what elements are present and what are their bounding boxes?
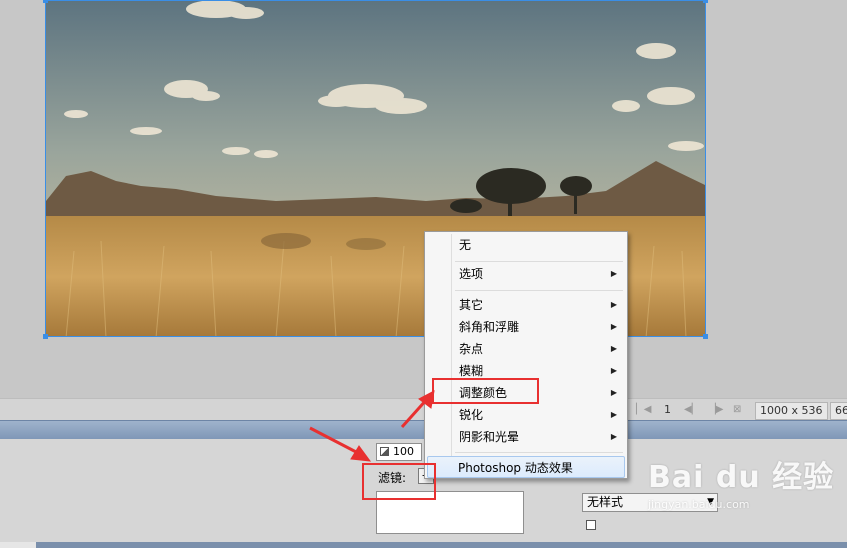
- submenu-arrow-icon: ▶: [610, 410, 617, 419]
- submenu-arrow-icon: ▶: [610, 388, 617, 397]
- opacity-value: 100: [393, 445, 414, 458]
- opacity-icon: [380, 447, 389, 456]
- submenu-arrow-icon: ▶: [610, 344, 617, 353]
- selection-handle-bottom-right[interactable]: [703, 334, 708, 339]
- menu-separator: [455, 261, 623, 262]
- baidu-watermark: Bai du 经验 jingyan.baidu.com: [648, 452, 834, 511]
- canvas-size-readout[interactable]: 1000 x 536: [755, 402, 828, 420]
- selection-handle-top-left[interactable]: [43, 0, 48, 3]
- menu-separator: [455, 290, 623, 291]
- page-number: 1: [664, 403, 671, 416]
- watermark-url: jingyan.baidu.com: [648, 498, 750, 511]
- submenu-arrow-icon: ▶: [610, 322, 617, 331]
- menu-item-noise[interactable]: 杂点 ▶: [427, 338, 625, 360]
- highlight-box-filter: [362, 463, 436, 500]
- style-select-value: 无样式: [587, 495, 624, 509]
- submenu-arrow-icon: ▶: [610, 366, 617, 375]
- first-page-icon[interactable]: ▏◀: [636, 402, 651, 418]
- prev-page-icon[interactable]: ◀▏: [684, 402, 699, 418]
- menu-item-sharpen[interactable]: 锐化 ▶: [427, 404, 625, 426]
- opacity-field[interactable]: 100: [376, 443, 422, 461]
- stop-icon[interactable]: ⊠: [733, 402, 741, 418]
- submenu-arrow-icon: ▶: [610, 300, 617, 309]
- menu-item-other[interactable]: 其它 ▶: [427, 294, 625, 316]
- menu-item-bevel-emboss[interactable]: 斜角和浮雕 ▶: [427, 316, 625, 338]
- submenu-arrow-icon: ▶: [610, 432, 617, 441]
- selection-handle-bottom-left[interactable]: [43, 334, 48, 339]
- bottom-strip: [0, 542, 847, 548]
- zoom-readout[interactable]: 66: [830, 402, 847, 420]
- watermark-brand: Bai du 经验: [648, 460, 835, 495]
- menu-item-shadow-glow[interactable]: 阴影和光晕 ▶: [427, 426, 625, 448]
- menu-item-none[interactable]: 无: [427, 234, 625, 256]
- selection-handle-top-right[interactable]: [703, 0, 708, 3]
- menu-separator: [455, 452, 623, 453]
- submenu-arrow-icon: ▶: [610, 269, 617, 278]
- menu-item-photoshop-live-effects[interactable]: Photoshop 动态效果: [427, 456, 625, 478]
- highlight-box-adjust-color: [432, 378, 539, 404]
- next-page-icon[interactable]: ▕▶: [708, 402, 723, 418]
- menu-item-options[interactable]: 选项 ▶: [427, 263, 625, 285]
- filter-context-menu: 无 选项 ▶ 其它 ▶ 斜角和浮雕 ▶ 杂点 ▶ 模糊 ▶ 调整颜色 ▶ 锐化 …: [424, 231, 628, 479]
- new-style-icon[interactable]: [586, 520, 596, 530]
- bottom-tab[interactable]: [0, 542, 36, 548]
